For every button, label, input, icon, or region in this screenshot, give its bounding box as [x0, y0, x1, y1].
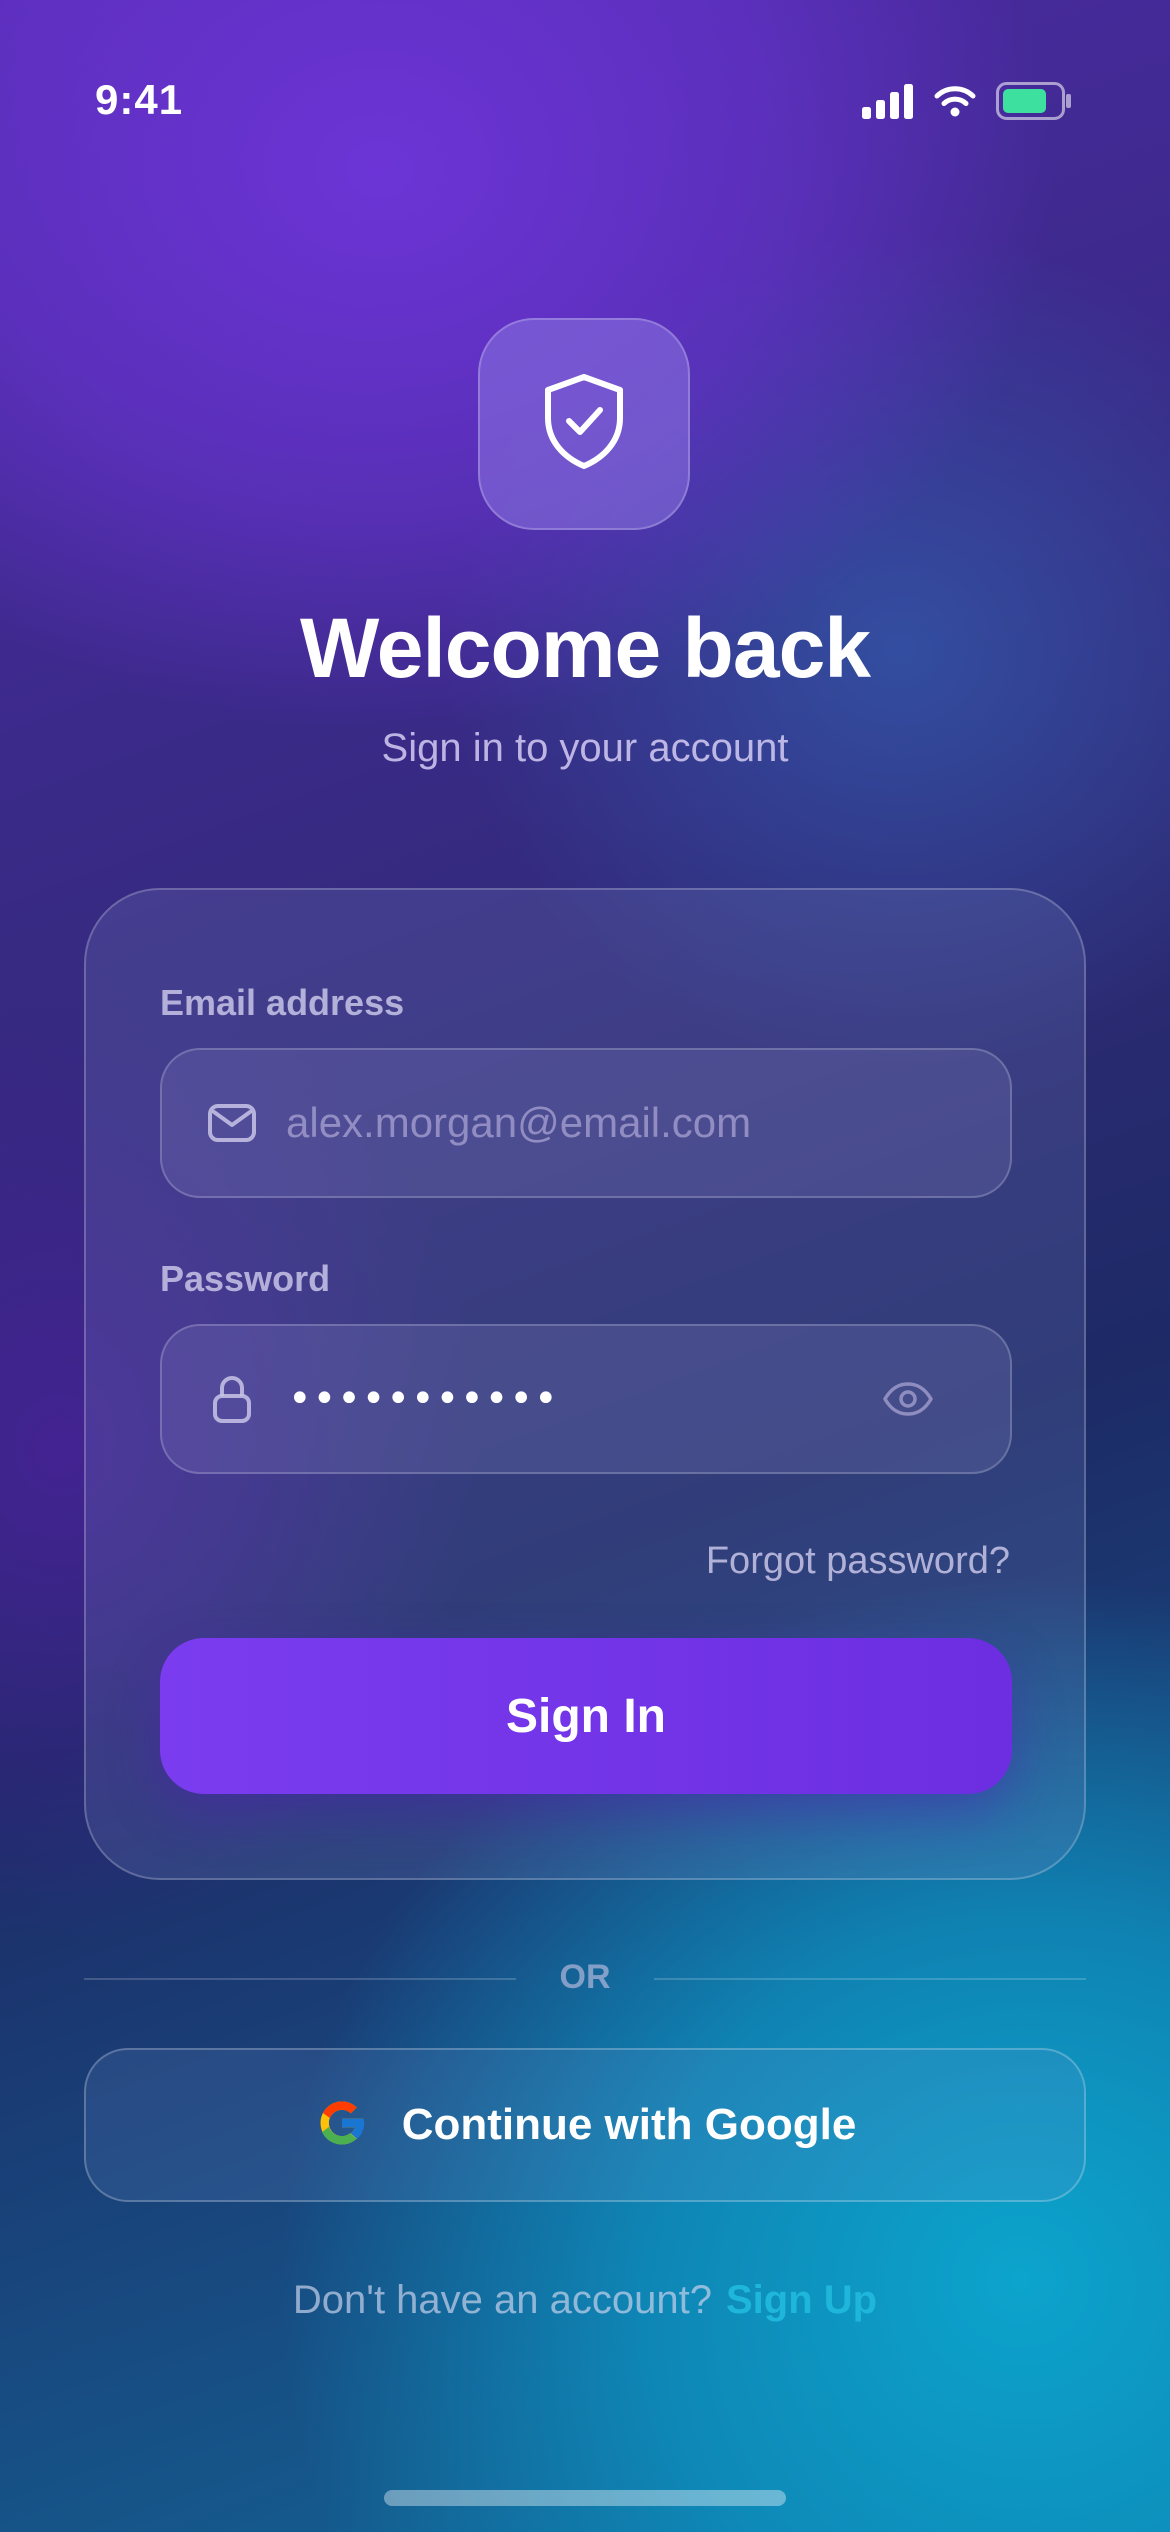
status-icons	[862, 82, 1072, 124]
email-input[interactable]	[286, 1050, 886, 1196]
password-label: Password	[160, 1258, 331, 1299]
wifi-icon	[934, 84, 976, 122]
sign-up-row: Don't have an account? Sign Up	[0, 2278, 1170, 2323]
page-subtitle: Sign in to your account	[381, 726, 789, 770]
password-field[interactable]: •••••••••••	[160, 1324, 1012, 1474]
sign-in-card: Email address Password •••••••••••	[84, 888, 1086, 1880]
or-divider: OR	[84, 1954, 1086, 2004]
app-logo	[478, 318, 690, 530]
lock-icon	[206, 1373, 258, 1425]
shield-check-icon	[538, 372, 630, 476]
status-bar: 9:41	[0, 0, 1170, 140]
sign-up-link[interactable]: Sign Up	[726, 2278, 877, 2322]
sign-in-button[interactable]: Sign In	[160, 1638, 1012, 1794]
home-indicator[interactable]	[384, 2490, 786, 2506]
google-button-label: Continue with Google	[401, 2100, 857, 2149]
password-input[interactable]: •••••••••••	[288, 1379, 559, 1419]
status-time: 9:41	[95, 76, 184, 123]
divider-line-right	[654, 1978, 1086, 1980]
cellular-signal-icon	[862, 83, 914, 123]
google-logo-icon	[314, 2095, 370, 2155]
battery-icon	[996, 82, 1072, 124]
google-sign-in-button[interactable]: Continue with Google	[84, 2048, 1086, 2202]
mail-icon	[206, 1097, 258, 1149]
page-title: Welcome back	[299, 601, 871, 695]
eye-icon[interactable]	[880, 1371, 936, 1427]
email-label: Email address	[160, 982, 405, 1023]
login-screen: 9:41 Welcome back Sign in to your accoun…	[0, 0, 1170, 2532]
sign-up-prompt: Don't have an account?	[292, 2278, 712, 2322]
forgot-password-link[interactable]: Forgot password?	[706, 1540, 1010, 1583]
email-field[interactable]	[160, 1048, 1012, 1198]
